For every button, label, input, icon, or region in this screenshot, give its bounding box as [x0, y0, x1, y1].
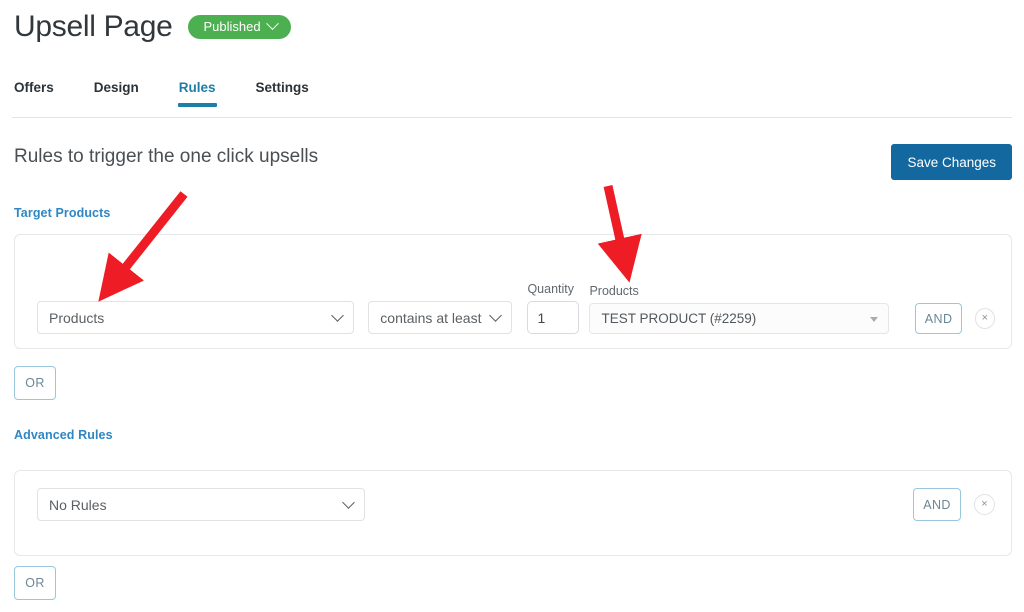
- products-value-group: Products TEST PRODUCT (#2259): [589, 284, 890, 334]
- or-button-target[interactable]: OR: [14, 366, 56, 400]
- quantity-input[interactable]: [527, 301, 580, 334]
- chevron-down-icon: [342, 495, 355, 509]
- products-subject-select[interactable]: Products: [37, 301, 355, 334]
- section-heading: Rules to trigger the one click upsells: [14, 146, 319, 167]
- caret-down-icon: [870, 316, 879, 322]
- target-rule-row: Products contains at least Quantity Prod…: [37, 282, 995, 334]
- header-divider: [12, 117, 1012, 118]
- quantity-label: Quantity: [527, 282, 575, 296]
- products-subject-value: Products: [49, 309, 105, 326]
- chevron-down-icon: [331, 308, 345, 322]
- tab-settings[interactable]: Settings: [256, 80, 309, 107]
- remove-rule-button-advanced[interactable]: ×: [974, 494, 995, 515]
- advanced-rule-select[interactable]: No Rules: [37, 488, 365, 521]
- chevron-down-icon: [265, 17, 279, 31]
- products-value-select[interactable]: TEST PRODUCT (#2259): [589, 303, 890, 334]
- operator-value: contains at least: [380, 309, 482, 326]
- operator-select[interactable]: contains at least: [368, 301, 513, 334]
- tab-offers[interactable]: Offers: [14, 80, 54, 107]
- quantity-group: Quantity: [527, 282, 580, 334]
- status-badge[interactable]: Published: [188, 15, 291, 39]
- tab-bar: Offers Design Rules Settings: [14, 80, 309, 107]
- tab-rules[interactable]: Rules: [177, 80, 217, 107]
- advanced-rule-row: No Rules AND ×: [37, 488, 995, 521]
- upsell-page-root: Upsell Page Published Offers Design Rule…: [0, 0, 1024, 612]
- target-products-label: Target Products: [14, 206, 111, 220]
- advanced-rule-value: No Rules: [49, 496, 107, 513]
- or-button-advanced[interactable]: OR: [14, 566, 56, 600]
- advanced-rules-card: No Rules AND ×: [14, 470, 1012, 556]
- remove-rule-button-target[interactable]: ×: [974, 308, 995, 329]
- save-changes-button[interactable]: Save Changes: [891, 144, 1012, 180]
- page-header: Upsell Page Published: [14, 12, 291, 42]
- advanced-rules-label: Advanced Rules: [14, 428, 113, 442]
- and-button-target[interactable]: AND: [915, 303, 962, 334]
- target-products-rule-card: Products contains at least Quantity Prod…: [14, 234, 1012, 349]
- products-value-text: TEST PRODUCT (#2259): [601, 311, 757, 326]
- products-value-label: Products: [589, 284, 639, 298]
- and-button-advanced[interactable]: AND: [913, 488, 961, 521]
- chevron-down-icon: [489, 308, 503, 322]
- page-title: Upsell Page: [14, 10, 173, 43]
- tab-design[interactable]: Design: [94, 80, 139, 107]
- status-badge-label: Published: [203, 19, 261, 34]
